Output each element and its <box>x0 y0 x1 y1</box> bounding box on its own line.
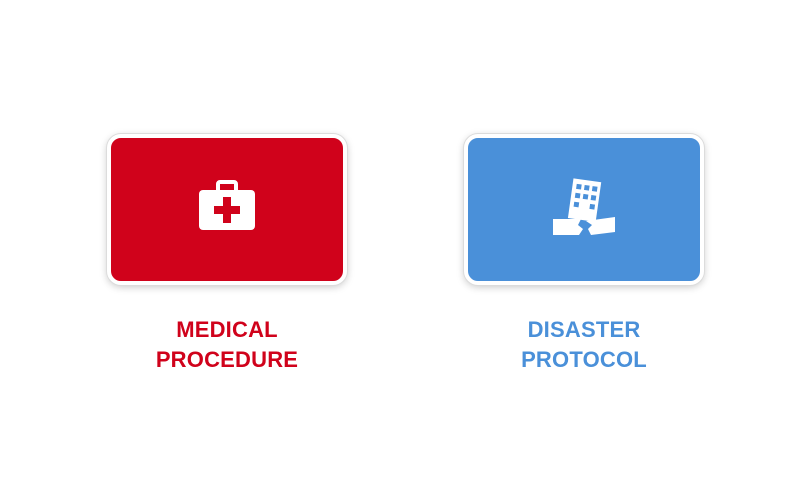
disaster-protocol-label-line2: PROTOCOL <box>521 347 647 372</box>
medical-procedure-label-line2: PROCEDURE <box>155 347 299 372</box>
medical-procedure-option[interactable]: MEDICAL PROCEDURE <box>107 134 347 375</box>
disaster-protocol-label-line1: DISASTER <box>527 317 641 342</box>
disaster-protocol-option[interactable]: DISASTER PROTOCOL <box>464 134 704 375</box>
medical-procedure-label: MEDICAL PROCEDURE <box>107 315 347 375</box>
medical-procedure-card[interactable] <box>107 134 347 285</box>
first-aid-kit-icon <box>197 179 257 240</box>
disaster-protocol-label: DISASTER PROTOCOL <box>464 315 704 375</box>
option-selection-screen: MEDICAL PROCEDURE DISASTER PROTOCOL <box>0 0 800 503</box>
disaster-protocol-card[interactable] <box>464 134 704 285</box>
medical-procedure-label-line1: MEDICAL <box>176 317 278 342</box>
collapsed-building-icon <box>551 177 617 242</box>
